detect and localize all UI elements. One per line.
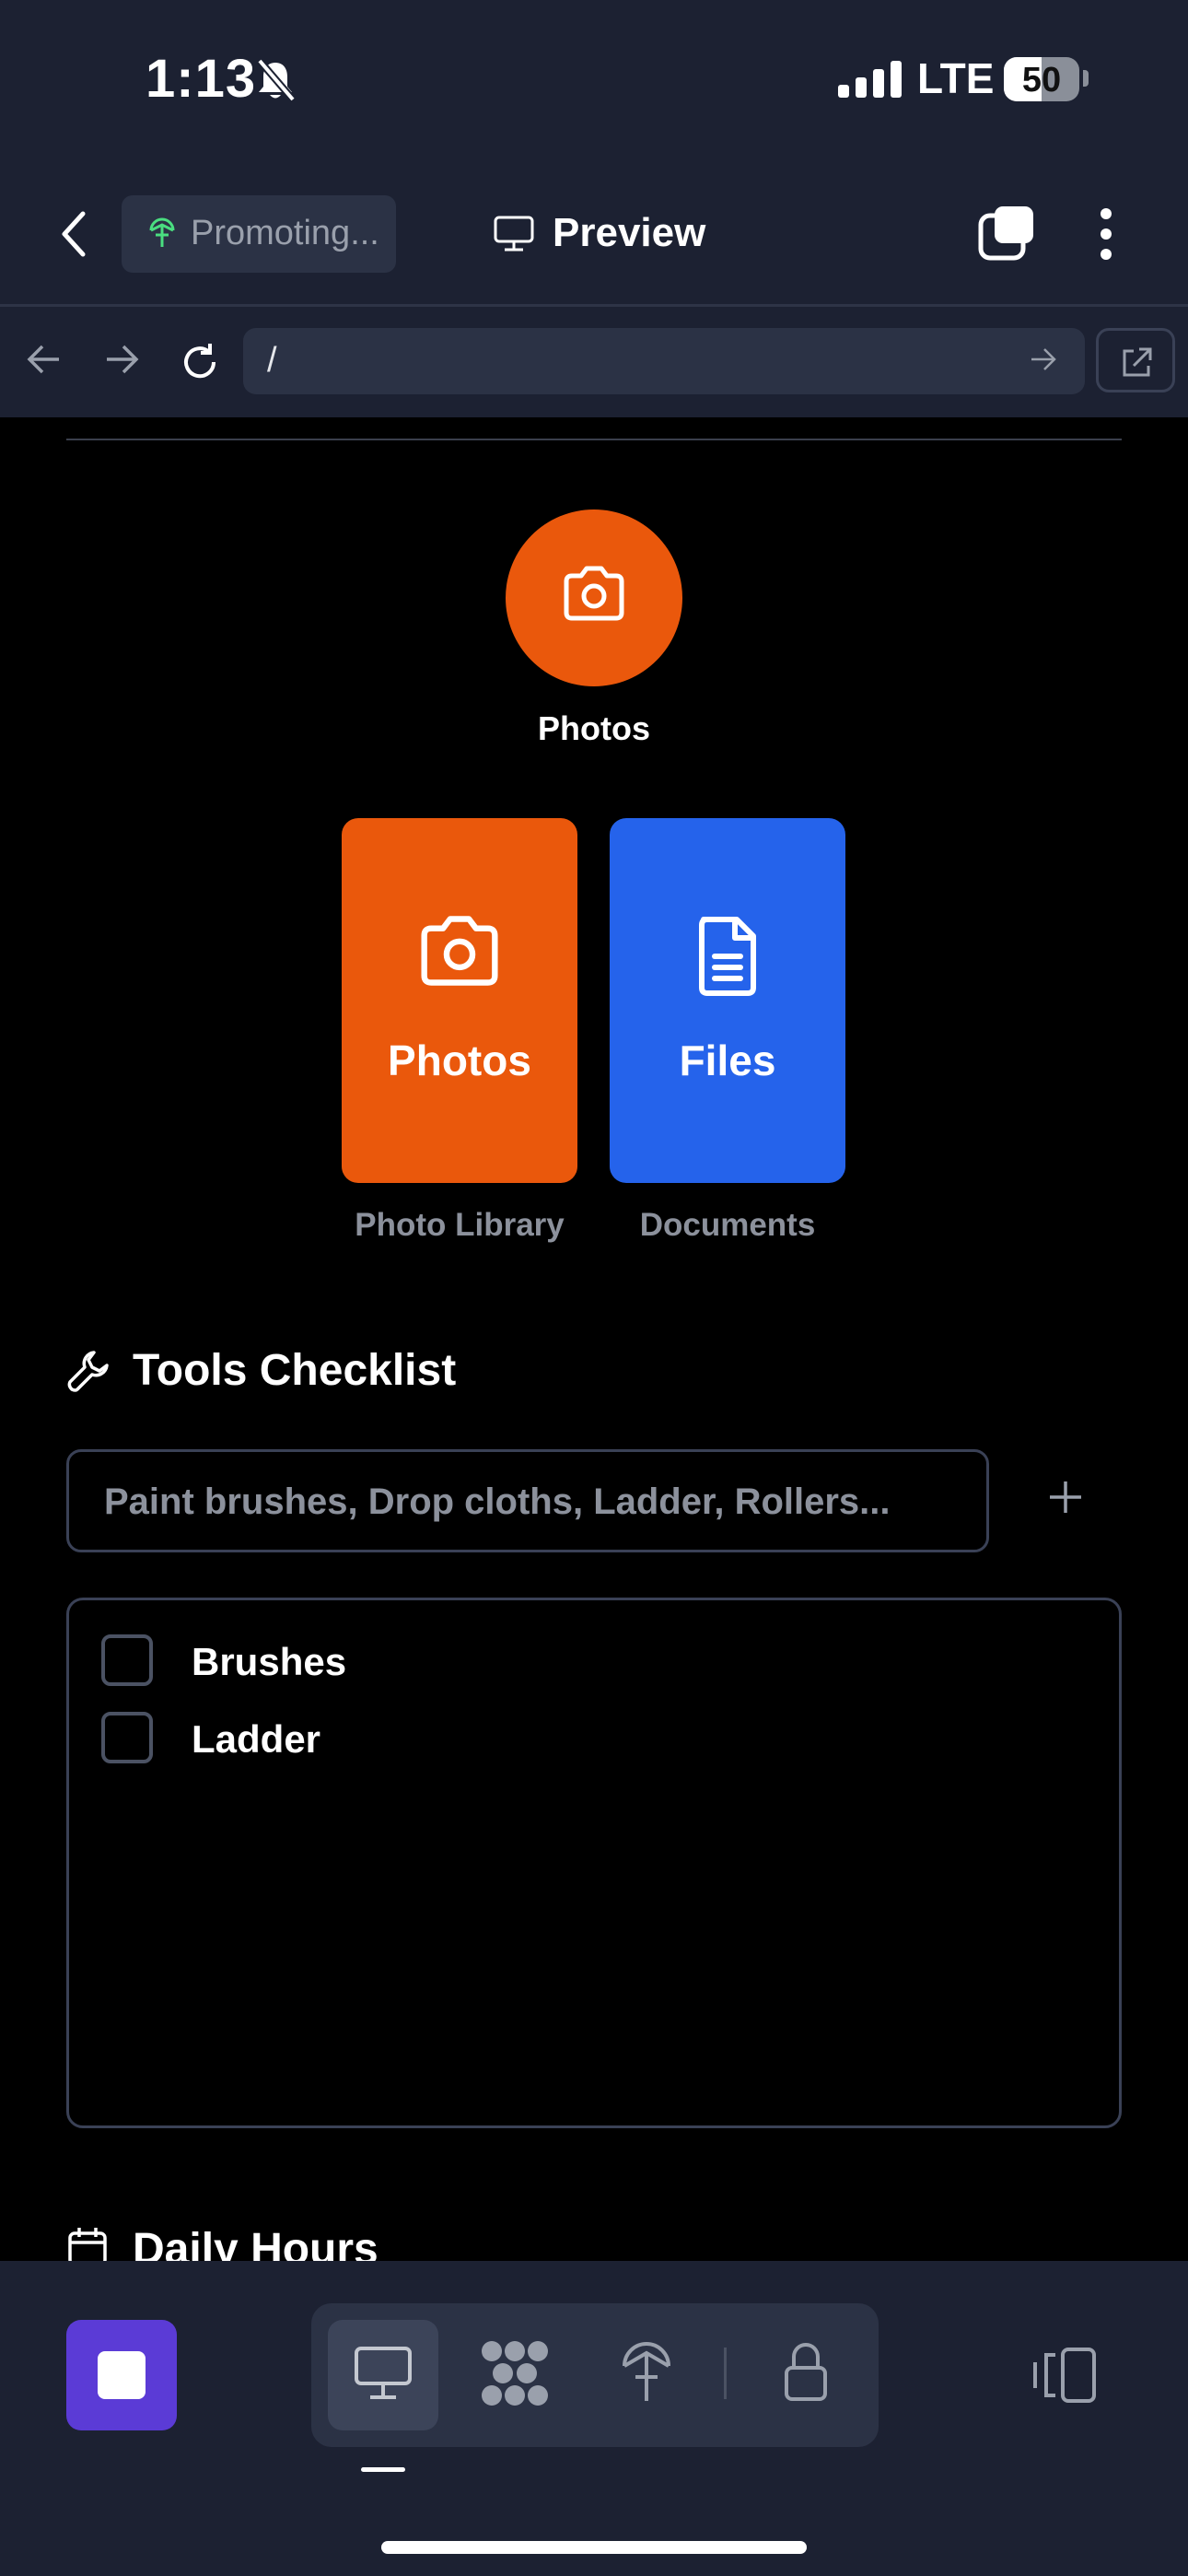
network-type: LTE bbox=[917, 54, 995, 102]
tool-input-field[interactable] bbox=[66, 1449, 989, 1552]
camera-icon bbox=[421, 916, 498, 986]
section-divider bbox=[66, 439, 1122, 440]
list-item-label: Ladder bbox=[192, 1717, 321, 1761]
battery-level: 50 bbox=[1021, 61, 1062, 100]
arrow-right-icon[interactable] bbox=[103, 343, 140, 381]
active-indicator bbox=[361, 2467, 405, 2472]
checkbox[interactable] bbox=[101, 1712, 153, 1763]
bell-muted-icon bbox=[254, 57, 297, 108]
photos-card-sublabel: Photo Library bbox=[355, 1207, 565, 1243]
open-external-button[interactable] bbox=[1096, 328, 1175, 392]
arrow-left-icon[interactable] bbox=[26, 343, 63, 381]
checkbox[interactable] bbox=[101, 1634, 153, 1686]
files-card[interactable]: Files bbox=[610, 818, 845, 1183]
stop-icon bbox=[98, 2351, 146, 2399]
lock-icon[interactable] bbox=[783, 2340, 829, 2407]
url-text: / bbox=[267, 341, 277, 380]
wrench-icon bbox=[66, 1349, 111, 1398]
status-time: 1:13 bbox=[146, 49, 257, 109]
list-item-label: Brushes bbox=[192, 1640, 347, 1683]
battery-icon: 50 bbox=[1004, 57, 1079, 101]
monitor-icon bbox=[354, 2346, 413, 2406]
external-link-icon bbox=[1123, 347, 1152, 377]
workspace-icon[interactable] bbox=[479, 2338, 551, 2413]
toolbar-separator bbox=[724, 2348, 727, 2399]
files-card-label: Files bbox=[679, 1036, 776, 1084]
project-name: Promoting... bbox=[191, 214, 379, 252]
more-vertical-icon[interactable] bbox=[1090, 206, 1122, 266]
document-icon bbox=[699, 917, 756, 996]
add-tool-icon[interactable] bbox=[1046, 1478, 1085, 1521]
photos-card-label: Photos bbox=[388, 1036, 531, 1084]
antenna-icon bbox=[147, 217, 177, 253]
photos-card[interactable]: Photos bbox=[342, 818, 577, 1183]
monitor-icon bbox=[494, 216, 534, 257]
tabs-icon[interactable] bbox=[978, 205, 1037, 266]
stop-button[interactable] bbox=[66, 2320, 177, 2430]
battery-nub bbox=[1083, 70, 1089, 87]
files-card-sublabel: Documents bbox=[639, 1207, 816, 1243]
camera-label: Photos bbox=[538, 709, 650, 747]
home-indicator bbox=[381, 2541, 807, 2554]
back-chevron-icon[interactable] bbox=[57, 208, 90, 264]
split-view-icon[interactable] bbox=[1031, 2346, 1098, 2409]
preview-label[interactable]: Preview bbox=[553, 210, 705, 256]
tools-checklist-title: Tools Checklist bbox=[133, 1346, 457, 1395]
camera-icon bbox=[564, 566, 624, 621]
camera-button[interactable] bbox=[506, 509, 682, 686]
signal-icon bbox=[838, 61, 903, 102]
go-arrow-icon[interactable] bbox=[1030, 346, 1057, 377]
url-field[interactable] bbox=[243, 328, 1085, 394]
reload-icon[interactable] bbox=[179, 341, 221, 388]
deploy-antenna-icon[interactable] bbox=[619, 2340, 674, 2409]
tool-input[interactable] bbox=[102, 1452, 953, 1551]
